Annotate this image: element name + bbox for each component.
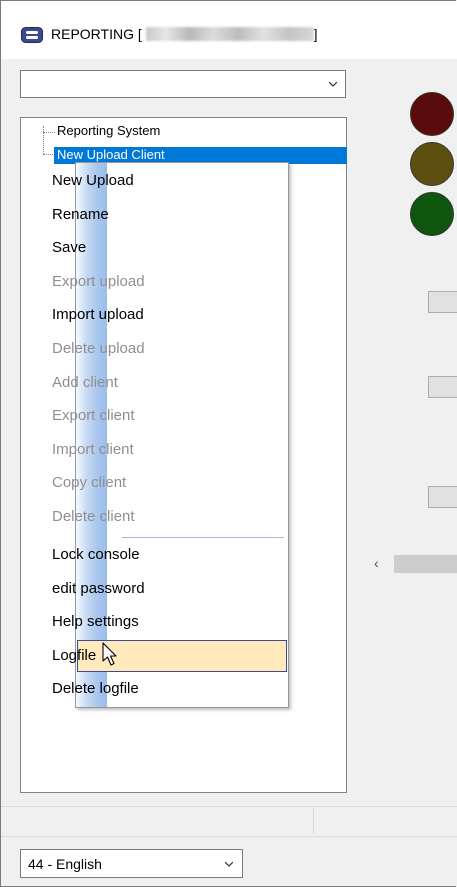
menu-item-delete-logfile[interactable]: Delete logfile	[52, 679, 139, 699]
menu-item-copy-client[interactable]: Copy client	[52, 473, 126, 493]
tree-connector	[43, 126, 44, 154]
chevron-down-icon	[225, 861, 233, 867]
status-bar	[1, 806, 457, 837]
menu-item-help-settings[interactable]: Help settings	[52, 612, 139, 632]
menu-item-export-upload[interactable]: Export upload	[52, 272, 145, 292]
mouse-pointer-icon	[102, 642, 117, 666]
tree-item-reporting-system[interactable]: Reporting System	[57, 123, 160, 139]
menu-item-delete-upload[interactable]: Delete upload	[52, 339, 145, 359]
menu-item-edit-password[interactable]: edit password	[52, 579, 145, 599]
menu-item-logfile[interactable]: Logfile	[52, 646, 96, 666]
status-light-yellow	[410, 142, 454, 186]
status-light-red	[410, 92, 454, 136]
scroll-left-icon[interactable]: ‹	[374, 555, 379, 571]
chevron-down-icon	[329, 81, 337, 87]
app-logo-icon	[21, 27, 43, 43]
tree-connector	[43, 132, 55, 133]
menu-item-delete-client[interactable]: Delete client	[52, 507, 135, 527]
menu-item-import-client[interactable]: Import client	[52, 440, 134, 460]
status-separator	[313, 808, 314, 834]
status-light-green	[410, 192, 454, 236]
side-button-2[interactable]	[428, 376, 457, 398]
menu-item-new-upload[interactable]: New Upload	[52, 171, 134, 191]
divider	[1, 836, 457, 837]
menu-item-rename[interactable]: Rename	[52, 205, 109, 225]
language-select[interactable]: 44 - English	[20, 849, 243, 878]
horizontal-scrollbar[interactable]: ‹	[368, 553, 457, 575]
side-button-1[interactable]	[428, 291, 457, 313]
side-button-3[interactable]	[428, 486, 457, 508]
menu-item-import-upload[interactable]: Import upload	[52, 305, 144, 325]
menu-item-export-client[interactable]: Export client	[52, 406, 135, 426]
upload-select[interactable]	[20, 70, 346, 98]
redacted-title	[145, 27, 314, 41]
language-select-value: 44 - English	[28, 856, 102, 872]
menu-item-lock-console[interactable]: Lock console	[52, 545, 140, 565]
title-bar: REPORTING [ ]	[1, 1, 457, 59]
menu-separator	[122, 537, 284, 538]
menu-item-add-client[interactable]: Add client	[52, 373, 118, 393]
window-title: REPORTING [ ]	[51, 26, 318, 42]
menu-item-save[interactable]: Save	[52, 238, 86, 258]
scroll-thumb[interactable]	[394, 555, 457, 573]
